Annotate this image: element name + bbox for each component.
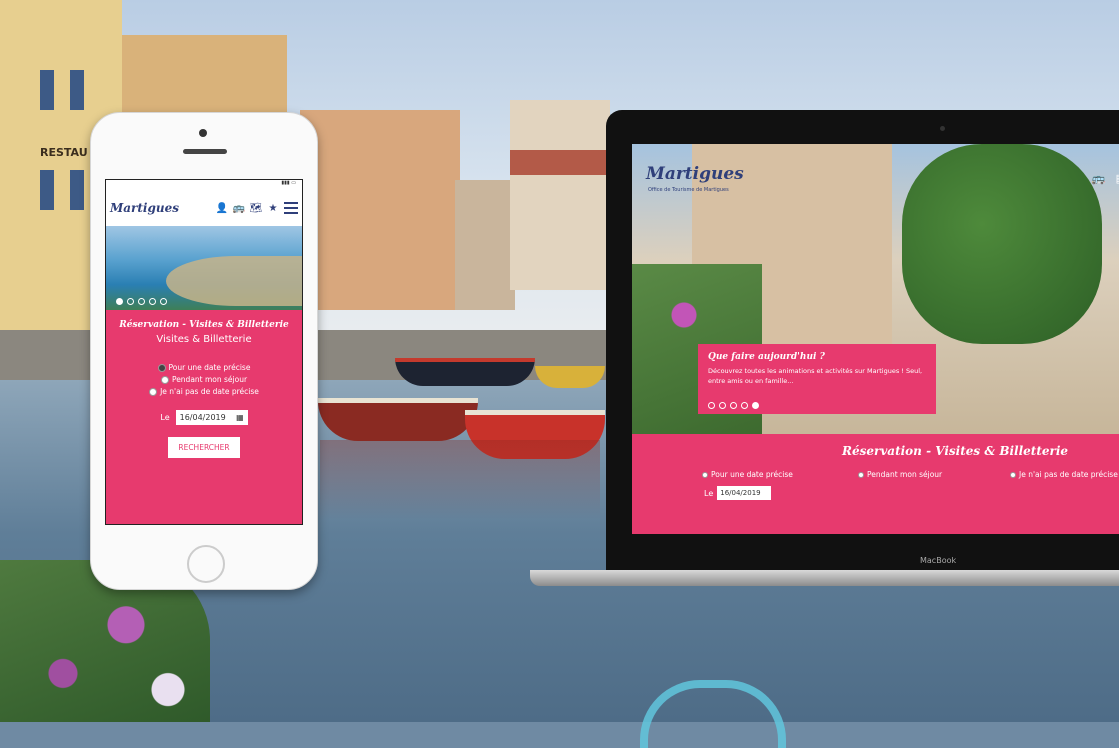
option-label: Pour une date précise [168, 363, 251, 372]
water-reflection [320, 440, 600, 520]
phone-camera [199, 129, 207, 137]
menu-icon[interactable] [284, 202, 298, 214]
carousel-dot[interactable] [741, 402, 748, 409]
star-icon[interactable]: ★ [267, 202, 279, 214]
radio-button[interactable] [160, 375, 169, 384]
window [40, 170, 54, 210]
option-label: Pendant mon séjour [171, 375, 248, 384]
phone-screen: ▮▮▮ ▭ Martigues 👤 🚌 🗺 ★ Réservation - Vi… [105, 179, 303, 525]
laptop-brand-label: MacBook [920, 556, 957, 565]
laptop-mockup: Martigues Office de Tourisme de Martigue… [606, 110, 1119, 572]
boat [535, 366, 605, 388]
building [455, 180, 515, 310]
date-value: 16/04/2019 [720, 489, 761, 497]
date-row: Le 16/04/2019 ▦ [106, 410, 302, 425]
date-label: Le [160, 413, 170, 422]
boat [318, 398, 478, 441]
map-icon[interactable]: 🗺 [250, 202, 263, 214]
site-logo[interactable]: Martigues [110, 201, 211, 215]
bus-icon[interactable]: 🚌 [233, 202, 245, 214]
window [40, 70, 54, 110]
user-icon[interactable]: 👤 [216, 202, 228, 214]
radio-button[interactable] [149, 387, 158, 396]
hero-carousel[interactable] [106, 226, 302, 310]
map-icon[interactable]: ▤ [1116, 172, 1119, 185]
site-logo[interactable]: Martigues [646, 164, 744, 184]
option-during-stay[interactable]: Pendant mon séjour [858, 470, 942, 479]
restaurant-sign: RESTAU [40, 146, 88, 159]
date-mode-options: Pour une date précise Pendant mon séjour… [106, 363, 302, 396]
option-no-date[interactable]: Je n'ai pas de date précise [1010, 470, 1118, 479]
option-label: Je n'ai pas de date précise [1019, 470, 1118, 479]
carousel-dot[interactable] [160, 298, 167, 305]
carousel-dot[interactable] [116, 298, 123, 305]
laptop-base [530, 570, 1119, 586]
search-button[interactable]: RECHERCHER [168, 437, 240, 458]
radio-button[interactable] [1010, 471, 1016, 478]
phone-mockup: ▮▮▮ ▭ Martigues 👤 🚌 🗺 ★ Réservation - Vi… [90, 112, 318, 590]
hero-image-coast [166, 256, 302, 306]
site-logo-subtitle: Office de Tourisme de Martigues [648, 187, 729, 193]
carousel-dot[interactable] [138, 298, 145, 305]
booking-section: Réservation - Visites & Billetterie Pour… [632, 434, 1119, 534]
phone-speaker [183, 149, 227, 154]
radio-button[interactable] [702, 471, 708, 478]
bus-icon[interactable]: 🚌 [1092, 172, 1106, 185]
phone-home-button [187, 545, 225, 583]
building [510, 100, 610, 290]
radio-button[interactable] [157, 363, 166, 372]
carousel-dot[interactable] [149, 298, 156, 305]
date-value: 16/04/2019 [179, 413, 226, 422]
option-label: Pendant mon séjour [867, 470, 943, 479]
date-row: Le 16/04/2019 [704, 486, 772, 500]
carousel-dot[interactable] [730, 402, 737, 409]
booking-subtitle: Visites & Billetterie [156, 334, 252, 345]
date-input[interactable]: 16/04/2019 [717, 486, 772, 500]
laptop-camera [940, 126, 945, 131]
date-label: Le [704, 488, 714, 498]
booking-title: Réservation - Visites & Billetterie [119, 320, 289, 330]
option-label: Je n'ai pas de date précise [160, 387, 259, 396]
carousel-dot[interactable] [752, 402, 759, 409]
building [300, 110, 460, 310]
option-label: Pour une date précise [711, 470, 793, 479]
calendar-icon[interactable]: ▦ [236, 413, 244, 422]
today-card-title: Que faire aujourd'hui ? [708, 352, 825, 362]
option-during-stay[interactable]: Pendant mon séjour [160, 375, 248, 384]
date-input[interactable]: 16/04/2019 ▦ [175, 410, 248, 425]
laptop-screen: Martigues Office de Tourisme de Martigue… [632, 144, 1119, 534]
carousel-dots [708, 402, 759, 409]
hero-tree [902, 144, 1102, 344]
status-bar: ▮▮▮ ▭ [106, 180, 302, 190]
window [70, 70, 84, 110]
today-card-text: Découvrez toutes les animations et activ… [708, 367, 923, 385]
today-card[interactable]: Que faire aujourd'hui ? Découvrez toutes… [698, 344, 936, 414]
option-no-date[interactable]: Je n'ai pas de date précise [149, 387, 259, 396]
carousel-dot[interactable] [708, 402, 715, 409]
option-specific-date[interactable]: Pour une date précise [157, 363, 251, 372]
mobile-navbar: Martigues 👤 🚌 🗺 ★ [106, 190, 302, 226]
carousel-dot[interactable] [127, 298, 134, 305]
boat [395, 358, 535, 386]
top-icons: 🚌 ▤ [1092, 172, 1119, 185]
option-specific-date[interactable]: Pour une date précise [702, 470, 793, 479]
roof [510, 150, 610, 175]
carousel-dot[interactable] [719, 402, 726, 409]
carousel-dots [116, 298, 167, 305]
window [70, 170, 84, 210]
booking-title: Réservation - Visites & Billetterie [842, 444, 1069, 458]
radio-button[interactable] [858, 471, 864, 478]
